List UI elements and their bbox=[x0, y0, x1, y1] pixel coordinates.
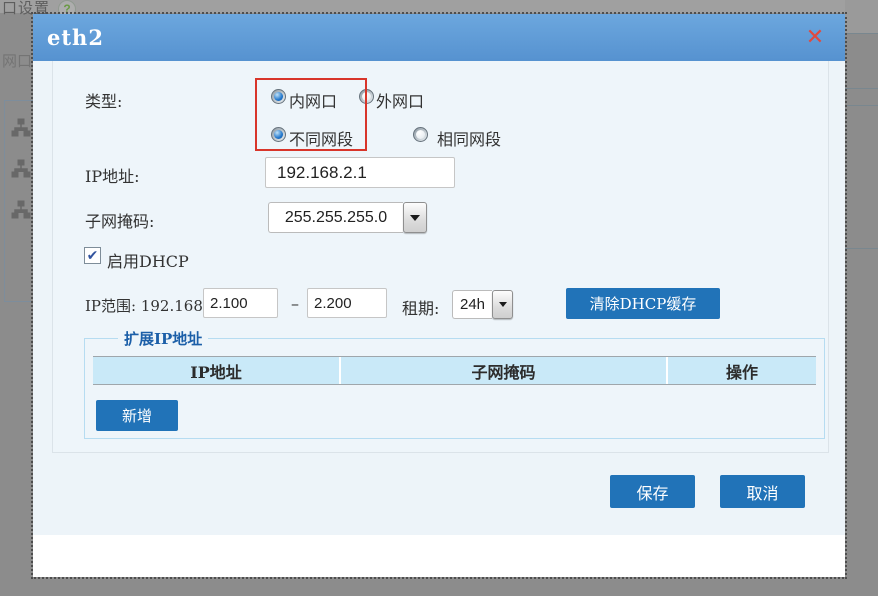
background-line bbox=[845, 248, 878, 249]
background-top-bar: 口设置 ? bbox=[0, 0, 878, 13]
radio-same-subnet-label: 相同网段 bbox=[437, 126, 501, 150]
column-header-action: 操作 bbox=[666, 357, 816, 384]
lease-value: 24h bbox=[452, 290, 492, 319]
subnet-mask-value: 255.255.255.0 bbox=[268, 202, 403, 233]
screen: 口设置 ? 网口 eth2 ✕ 类型: 内网口 外网口 不同网段 相同网 bbox=[0, 0, 878, 596]
column-header-ip: IP地址 bbox=[93, 357, 339, 384]
ip-address-label: IP地址: bbox=[85, 163, 139, 187]
chevron-down-icon[interactable] bbox=[492, 290, 513, 319]
background-line bbox=[845, 88, 878, 89]
background-tab-label: 网口 bbox=[2, 50, 32, 71]
extended-ip-fieldset: 扩展IP地址 IP地址 子网掩码 操作 新增 bbox=[84, 338, 825, 439]
radio-external-port-label: 外网口 bbox=[376, 88, 424, 112]
annotation-highlight-box bbox=[255, 78, 367, 151]
extended-ip-table-header: IP地址 子网掩码 操作 bbox=[93, 356, 816, 385]
column-header-mask: 子网掩码 bbox=[339, 357, 666, 384]
network-tree-icon bbox=[10, 159, 32, 179]
dialog-header: eth2 ✕ bbox=[33, 14, 845, 61]
close-icon[interactable]: ✕ bbox=[801, 24, 829, 52]
lease-label: 租期: bbox=[402, 295, 439, 319]
chevron-down-icon[interactable] bbox=[403, 202, 427, 233]
dialog-footer-strip bbox=[33, 535, 845, 577]
range-dash: – bbox=[291, 294, 299, 313]
eth2-dialog: eth2 ✕ 类型: 内网口 外网口 不同网段 相同网段 IP地址: 192.1… bbox=[33, 14, 845, 577]
extended-ip-legend: 扩展IP地址 bbox=[118, 328, 208, 349]
clear-dhcp-cache-button[interactable]: 清除DHCP缓存 bbox=[566, 288, 720, 319]
background-line bbox=[845, 105, 878, 106]
subnet-mask-select[interactable]: 255.255.255.0 bbox=[268, 202, 427, 233]
enable-dhcp-checkbox[interactable]: ✔ bbox=[84, 247, 101, 264]
background-line bbox=[845, 33, 878, 34]
add-button[interactable]: 新增 bbox=[96, 400, 178, 431]
subnet-mask-label: 子网掩码: bbox=[85, 208, 154, 232]
type-label: 类型: bbox=[85, 88, 122, 112]
enable-dhcp-label: 启用DHCP bbox=[107, 248, 189, 272]
background-right-strip bbox=[845, 0, 878, 33]
ip-range-label: IP范围: 192.168. bbox=[85, 295, 208, 316]
dialog-title: eth2 bbox=[47, 14, 104, 61]
range-start-input[interactable]: 2.100 bbox=[203, 288, 278, 318]
range-end-input[interactable]: 2.200 bbox=[307, 288, 387, 318]
cancel-button[interactable]: 取消 bbox=[720, 475, 805, 508]
network-tree-icon bbox=[10, 200, 32, 220]
ip-address-input[interactable]: 192.168.2.1 bbox=[265, 157, 455, 188]
save-button[interactable]: 保存 bbox=[610, 475, 695, 508]
network-tree-icon bbox=[10, 118, 32, 138]
radio-same-subnet[interactable] bbox=[413, 127, 428, 142]
lease-select[interactable]: 24h bbox=[452, 290, 513, 319]
